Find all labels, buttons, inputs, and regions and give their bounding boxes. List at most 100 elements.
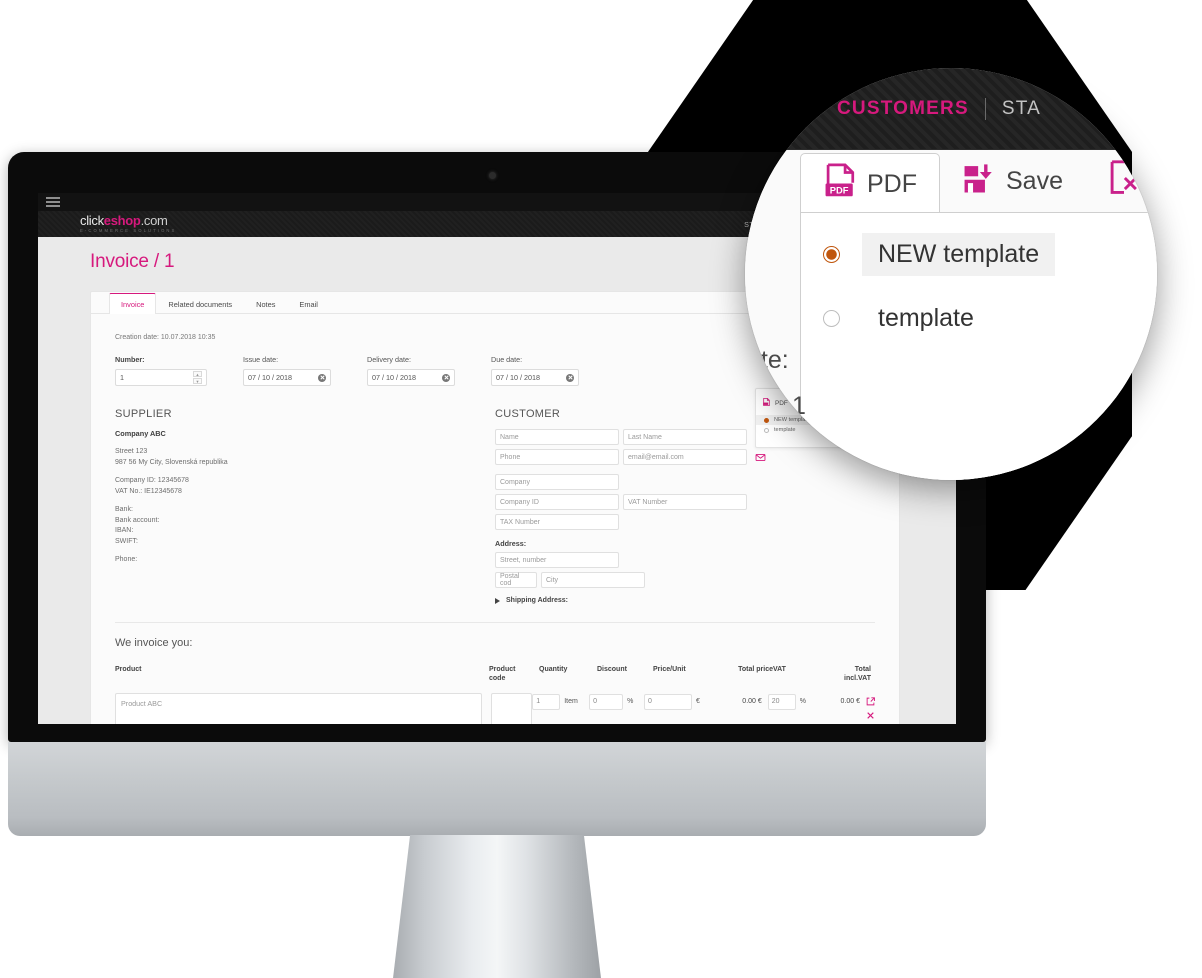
- supplier-street: Street 123: [115, 448, 148, 455]
- radio-icon: [823, 245, 840, 263]
- invoice-lines-heading: We invoice you:: [115, 637, 193, 649]
- customer-street-input[interactable]: Street, number: [495, 552, 619, 568]
- col-discount: Discount: [597, 666, 627, 673]
- tab-notes[interactable]: Notes: [244, 293, 287, 314]
- customer-company-id-input[interactable]: Company ID: [495, 494, 619, 510]
- customer-postal-code-input[interactable]: Postal cod: [495, 572, 537, 588]
- due-date-input[interactable]: 07 / 10 / 2018: [491, 369, 579, 386]
- row-vat-unit: %: [799, 698, 806, 705]
- pdf-icon: PDF: [823, 162, 857, 207]
- number-value: 1: [120, 373, 124, 382]
- customer-phone-input[interactable]: Phone: [495, 449, 619, 465]
- clear-icon[interactable]: [318, 373, 326, 382]
- col-total-price: Total price: [738, 666, 773, 673]
- magnified-delete-doc-button[interactable]: [1085, 150, 1157, 212]
- svg-text:PDF: PDF: [830, 185, 849, 195]
- col-price-unit: Price/Unit: [653, 666, 686, 673]
- due-date-value: 07 / 10 / 2018: [496, 373, 540, 382]
- monitor-stand-neck: [391, 835, 603, 978]
- hamburger-menu-icon[interactable]: [46, 195, 60, 209]
- brand-tagline: E-COMMERCE SOLUTIONS: [80, 228, 177, 234]
- magnified-option-label: template: [878, 303, 974, 332]
- delete-icon[interactable]: [866, 707, 875, 719]
- customer-vat-number-input[interactable]: VAT Number: [623, 494, 747, 510]
- brand-post: .com: [140, 213, 168, 229]
- supplier-block: SUPPLIER Company ABC Street 123 987 56 M…: [115, 408, 495, 604]
- expand-triangle-icon: [495, 597, 500, 604]
- tab-invoice[interactable]: Invoice: [109, 293, 157, 314]
- col-total-incl-vat: Total incl.VAT: [844, 666, 871, 682]
- magnified-pdf-button[interactable]: PDF PDF: [800, 153, 940, 215]
- brand-logo[interactable]: clickeshop.com E-COMMERCE SOLUTIONS: [80, 214, 176, 233]
- supplier-company: Company ABC: [115, 429, 166, 438]
- row-actions: [866, 693, 875, 719]
- magnified-save-label: Save: [1006, 166, 1063, 195]
- col-quantity: Quantity: [539, 666, 568, 673]
- due-date-group: Due date: 07 / 10 / 2018: [491, 355, 579, 386]
- tab-email[interactable]: Email: [287, 293, 329, 314]
- customer-street-row: Street, number: [495, 552, 875, 568]
- row-price-unit: €: [696, 698, 700, 705]
- row-quantity-input[interactable]: 1: [532, 693, 561, 710]
- customer-tax-number-input[interactable]: TAX Number: [495, 514, 619, 530]
- invoice-lines-table: Product Product code Quantity Discount Pr…: [91, 649, 899, 724]
- magnified-nav-customers[interactable]: CUSTOMERS: [837, 98, 969, 120]
- customer-email-input[interactable]: email@email.com: [623, 449, 747, 465]
- magnified-nav-separator: [984, 97, 986, 120]
- number-field-group: Number: 1 ▲ ▼: [115, 355, 207, 386]
- magnified-panel: PDF PDF Save NEW template template ate: …: [745, 150, 1157, 480]
- customer-name-input[interactable]: Name: [495, 429, 619, 445]
- customer-company-input[interactable]: Company: [495, 474, 619, 490]
- clear-icon[interactable]: [566, 373, 574, 382]
- customer-tax-row: TAX Number: [495, 514, 875, 530]
- row-price-input[interactable]: 0: [644, 693, 693, 710]
- table-row: Product ABC 1 Item 0 % 0 € 0.00 € 20 % 0…: [115, 693, 875, 724]
- col-product-code: Product code: [489, 666, 516, 682]
- address-label: Address:: [495, 539, 527, 548]
- delivery-date-label: Delivery date:: [367, 355, 411, 364]
- row-total-incl-vat: 0.00 €: [840, 698, 860, 705]
- number-label: Number:: [115, 355, 145, 364]
- magnified-option-label: NEW template: [862, 232, 1056, 276]
- supplier-city: 987 56 My City, Slovenská republika: [115, 458, 228, 466]
- col-product: Product: [115, 666, 142, 673]
- save-icon: [962, 161, 996, 202]
- customer-ids-row: Company ID VAT Number: [495, 494, 875, 510]
- supplier-phone: Phone:: [115, 556, 138, 563]
- issue-date-input[interactable]: 07 / 10 / 2018: [243, 369, 331, 386]
- customer-lastname-input[interactable]: Last Name: [623, 429, 747, 445]
- open-external-icon[interactable]: [866, 693, 875, 706]
- magnified-option-template[interactable]: template: [801, 295, 1157, 341]
- brand-pre: click: [80, 213, 104, 229]
- number-input[interactable]: 1 ▲ ▼: [115, 369, 207, 386]
- col-vat: VAT: [773, 666, 786, 673]
- row-discount-unit: %: [627, 698, 634, 705]
- ghost-date-label: ate:: [747, 346, 789, 374]
- tab-related-documents[interactable]: Related documents: [156, 293, 244, 314]
- magnified-toolbar: PDF PDF Save: [745, 150, 1157, 215]
- supplier-iban: IBAN:: [115, 527, 134, 534]
- delivery-date-input[interactable]: 07 / 10 / 2018: [367, 369, 455, 386]
- delivery-date-value: 07 / 10 / 2018: [372, 373, 416, 382]
- magnified-dropdown-panel: NEW template template: [800, 212, 1157, 480]
- magnified-nav-start[interactable]: STA: [1002, 98, 1041, 120]
- row-product-code-input[interactable]: [491, 693, 533, 724]
- radio-icon: [823, 309, 840, 327]
- clear-icon[interactable]: [442, 373, 450, 382]
- number-stepper[interactable]: ▲ ▼: [193, 371, 202, 384]
- issue-date-value: 07 / 10 / 2018: [248, 373, 292, 382]
- shipping-address-toggle[interactable]: Shipping Address:: [495, 597, 875, 604]
- shipping-address-label: Shipping Address:: [506, 597, 568, 604]
- customer-city-input[interactable]: City: [541, 572, 645, 588]
- magnified-option-new-template[interactable]: NEW template: [801, 231, 1157, 277]
- magnified-save-button[interactable]: Save: [940, 150, 1085, 212]
- row-vat-input[interactable]: 20: [767, 693, 796, 710]
- row-total-price: 0.00 €: [742, 698, 762, 705]
- screenshot-stage: clickeshop.com clickeshop.com E-COMMERCE…: [0, 0, 1202, 978]
- webcam-icon: [489, 172, 496, 179]
- row-product-input[interactable]: Product ABC: [115, 693, 483, 724]
- table-header-row: Product Product code Quantity Discount Pr…: [115, 665, 875, 683]
- row-discount-input[interactable]: 0: [589, 693, 624, 710]
- supplier-bank: Bank:: [115, 506, 133, 513]
- supplier-swift: SWIFT:: [115, 537, 138, 545]
